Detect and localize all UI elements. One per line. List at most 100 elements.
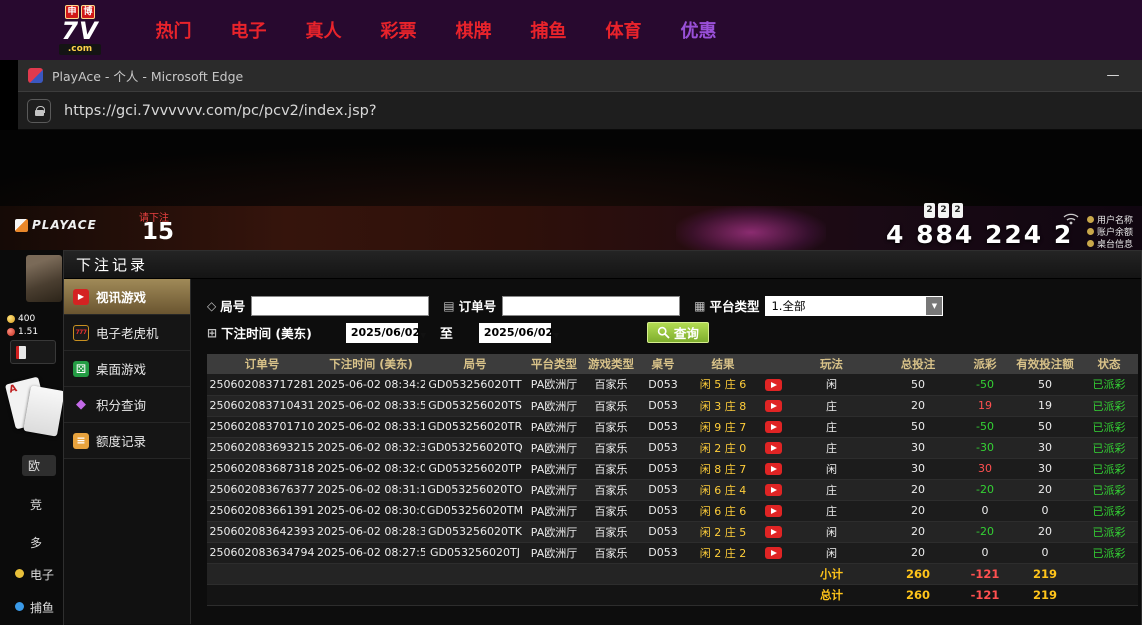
cell-platform: PA欧洲厅 bbox=[525, 479, 583, 500]
minimize-button[interactable]: — bbox=[1098, 68, 1128, 83]
cell-order: 250602083701710 bbox=[207, 416, 317, 437]
cell-game: 百家乐 bbox=[583, 458, 639, 479]
nav-item-board-games[interactable]: 棋牌 bbox=[436, 17, 511, 43]
table-row: 2506020837104312025-06-02 08:33:55GD0532… bbox=[207, 395, 1138, 416]
video-replay-cell[interactable] bbox=[759, 395, 787, 416]
bet-time-label: 下注时间 (美东) bbox=[207, 323, 312, 342]
column-header: 订单号 bbox=[207, 354, 317, 374]
cell-status: 已派彩 bbox=[1080, 458, 1138, 479]
video-replay-cell[interactable] bbox=[759, 416, 787, 437]
avatar[interactable] bbox=[26, 255, 62, 302]
cell-play: 闲 bbox=[787, 542, 876, 563]
cell-status: 已派彩 bbox=[1080, 416, 1138, 437]
cell-game: 百家乐 bbox=[583, 437, 639, 458]
video-play-icon[interactable] bbox=[765, 526, 782, 538]
video-play-icon[interactable] bbox=[765, 547, 782, 559]
cell-total_bet: 50 bbox=[876, 416, 960, 437]
nav-item-fishing[interactable]: 捕鱼 bbox=[511, 17, 586, 43]
cell-round: GD053256020TK bbox=[425, 521, 525, 542]
sidebar-item-points-query[interactable]: 积分查询 bbox=[64, 387, 190, 423]
order-doc-icon bbox=[443, 299, 454, 313]
nav-item-sports[interactable]: 体育 bbox=[586, 17, 661, 43]
video-games-icon bbox=[73, 289, 89, 305]
cell-game: 百家乐 bbox=[583, 521, 639, 542]
cell-play: 庄 bbox=[787, 395, 876, 416]
column-header: 状态 bbox=[1080, 354, 1138, 374]
dropdown-arrow-icon bbox=[553, 323, 559, 342]
user-name-row: 用户名称 bbox=[1087, 213, 1133, 225]
table-row: 2506020836423932025-06-02 08:28:35GD0532… bbox=[207, 521, 1138, 542]
video-replay-cell[interactable] bbox=[759, 437, 787, 458]
cell-payout: -50 bbox=[960, 416, 1010, 437]
filter-row-2: 下注时间 (美东) 2025/06/02 至 2025/06/02 bbox=[207, 319, 1141, 346]
video-play-icon[interactable] bbox=[765, 379, 782, 391]
date-from-select[interactable]: 2025/06/02 bbox=[346, 323, 418, 343]
video-replay-cell[interactable] bbox=[759, 374, 787, 395]
cell-table: D053 bbox=[639, 500, 687, 521]
bet-records-table: 订单号下注时间 (美东)局号平台类型游戏类型桌号结果玩法总投注派彩有效投注额状态… bbox=[207, 354, 1138, 606]
cell-valid_bet: 50 bbox=[1010, 374, 1080, 395]
column-header: 桌号 bbox=[639, 354, 687, 374]
cell-order: 250602083693215 bbox=[207, 437, 317, 458]
brand-logo[interactable]: 申 博 7V .com bbox=[46, 5, 114, 55]
video-play-icon[interactable] bbox=[765, 442, 782, 454]
nav-item-live[interactable]: 真人 bbox=[286, 17, 361, 43]
sidebar-item-video-games[interactable]: 视讯游戏 bbox=[64, 279, 190, 315]
cell-payout: -20 bbox=[960, 521, 1010, 542]
filter-area: 局号 订单号 平台类型 1.全部 下注时间 (美东) 2025/06 bbox=[191, 279, 1141, 346]
video-replay-cell[interactable] bbox=[759, 500, 787, 521]
sidebar-item-table-games[interactable]: 桌面游戏 bbox=[64, 351, 190, 387]
cell-round: GD053256020TJ bbox=[425, 542, 525, 563]
lobby-menu-competition[interactable]: 竞 bbox=[30, 496, 42, 513]
table-row: 2506020836347942025-06-02 08:27:57GD0532… bbox=[207, 542, 1138, 563]
address-bar[interactable]: https://gci.7vvvvvv.com/pc/pcv2/index.js… bbox=[18, 91, 1142, 130]
subtotal-valid_bet: 219 bbox=[1010, 563, 1080, 584]
sidebar-item-slots[interactable]: 电子老虎机 bbox=[64, 315, 190, 351]
order-number-input[interactable] bbox=[502, 296, 680, 316]
cell-total_bet: 30 bbox=[876, 458, 960, 479]
lobby-menu-electronic[interactable]: 电子 bbox=[30, 566, 54, 583]
document-icon bbox=[73, 433, 89, 449]
video-play-icon[interactable] bbox=[765, 484, 782, 496]
cell-payout: 0 bbox=[960, 542, 1010, 563]
date-to-select[interactable]: 2025/06/02 bbox=[479, 323, 551, 343]
deposit-shortcut[interactable] bbox=[10, 340, 56, 364]
video-replay-cell[interactable] bbox=[759, 458, 787, 479]
grand-total-status bbox=[1080, 584, 1138, 605]
url-text[interactable]: https://gci.7vvvvvv.com/pc/pcv2/index.js… bbox=[64, 103, 377, 119]
nav-item-promotions[interactable]: 优惠 bbox=[661, 17, 736, 43]
video-play-icon[interactable] bbox=[765, 400, 782, 412]
lobby-menu-fishing[interactable]: 捕鱼 bbox=[30, 599, 54, 616]
cell-table: D053 bbox=[639, 542, 687, 563]
dropdown-arrow-icon[interactable] bbox=[926, 297, 942, 315]
site-info-button[interactable] bbox=[27, 99, 51, 123]
video-replay-cell[interactable] bbox=[759, 479, 787, 500]
cell-status: 已派彩 bbox=[1080, 374, 1138, 395]
cell-play: 庄 bbox=[787, 416, 876, 437]
nav-item-electronic[interactable]: 电子 bbox=[211, 17, 286, 43]
cell-total_bet: 50 bbox=[876, 374, 960, 395]
cell-result: 闲 2 庄 2 bbox=[687, 542, 759, 563]
search-button[interactable]: 查询 bbox=[647, 322, 709, 343]
nav-item-lottery[interactable]: 彩票 bbox=[361, 17, 436, 43]
panel-body: 视讯游戏 电子老虎机 桌面游戏 积分查询 额度记录 bbox=[64, 279, 1141, 624]
video-replay-cell[interactable] bbox=[759, 521, 787, 542]
cell-time: 2025-06-02 08:27:57 bbox=[317, 542, 425, 563]
cell-platform: PA欧洲厅 bbox=[525, 542, 583, 563]
nav-item-hot[interactable]: 热门 bbox=[136, 17, 211, 43]
sidebar-item-quota-records[interactable]: 额度记录 bbox=[64, 423, 190, 459]
cell-round: GD053256020TR bbox=[425, 416, 525, 437]
calendar-icon bbox=[207, 326, 217, 340]
lobby-menu-multi[interactable]: 多 bbox=[30, 534, 42, 551]
balance-row: 账户余额 bbox=[1087, 225, 1133, 237]
video-play-icon[interactable] bbox=[765, 463, 782, 475]
lobby-menu-europe-hall[interactable]: 欧 bbox=[22, 455, 56, 476]
wallet-balance: 1.51 bbox=[7, 327, 38, 337]
video-replay-cell[interactable] bbox=[759, 542, 787, 563]
platform-type-select[interactable]: 1.全部 bbox=[765, 296, 943, 316]
round-number-input[interactable] bbox=[251, 296, 429, 316]
panel-title: 下注记录 bbox=[64, 251, 1141, 279]
cell-round: GD053256020TT bbox=[425, 374, 525, 395]
video-play-icon[interactable] bbox=[765, 505, 782, 517]
video-play-icon[interactable] bbox=[765, 421, 782, 433]
